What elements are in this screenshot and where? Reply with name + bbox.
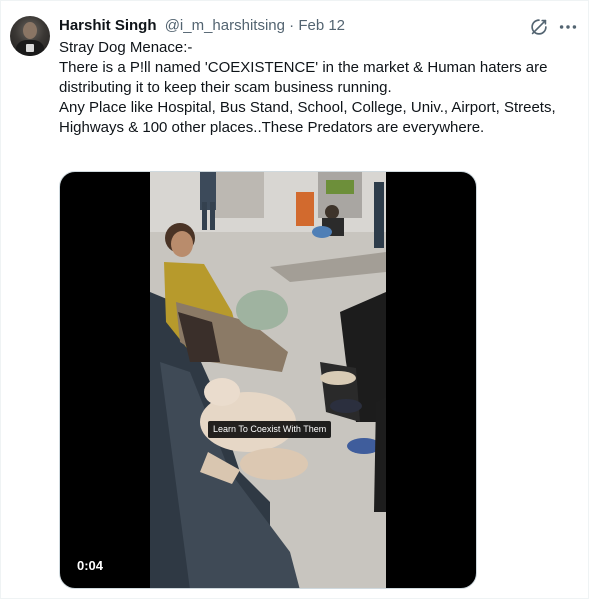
author-handle[interactable]: @i_m_harshitsing bbox=[165, 17, 285, 34]
video-player[interactable]: Learn To Coexist With Them bbox=[59, 171, 477, 589]
grok-icon[interactable] bbox=[528, 16, 550, 38]
header-separator: · bbox=[289, 17, 295, 34]
tweet-text-line: Stray Dog Menace:- bbox=[59, 39, 193, 56]
tweet-header: Harshit Singh @i_m_harshitsing · Feb 12 bbox=[59, 16, 345, 36]
video-frame[interactable] bbox=[150, 172, 386, 588]
avatar[interactable] bbox=[10, 16, 50, 56]
more-icon[interactable] bbox=[557, 16, 579, 38]
video-caption: Learn To Coexist With Them bbox=[208, 421, 332, 438]
author-name[interactable]: Harshit Singh bbox=[59, 17, 157, 34]
tweet-text-line: Highways & 100 other places..These Preda… bbox=[59, 119, 485, 136]
tweet-text-line: Any Place like Hospital, Bus Stand, Scho… bbox=[59, 99, 556, 116]
tweet-text-line: There is a P!ll named 'COEXISTENCE' in t… bbox=[59, 59, 548, 76]
tweet-date[interactable]: Feb 12 bbox=[298, 17, 345, 34]
video-timestamp: 0:04 bbox=[77, 558, 104, 573]
tweet-card[interactable]: Harshit Singh @i_m_harshitsing · Feb 12 … bbox=[0, 0, 589, 599]
video-still bbox=[150, 172, 386, 588]
avatar-face bbox=[23, 22, 37, 39]
tweet-text: Stray Dog Menace:- There is a P!ll named… bbox=[59, 38, 579, 138]
tweet-text-line: distributing it to keep their scam busin… bbox=[59, 79, 392, 96]
avatar-shirt-logo bbox=[26, 44, 34, 52]
